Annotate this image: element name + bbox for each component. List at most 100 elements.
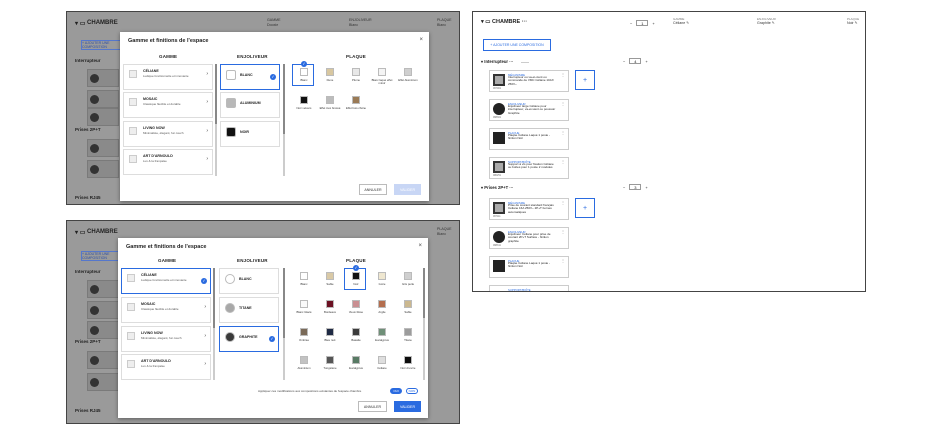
finishes-modal-1: Gamme et finitions de l'espace × GAMME E… [120, 32, 429, 201]
composition-card[interactable]: SUPPORT/BOÎTE [489, 285, 569, 291]
bg-card [87, 351, 119, 369]
plaque-item[interactable]: Titane [396, 324, 418, 346]
apply-non-toggle[interactable]: NON [406, 388, 418, 394]
bg-card [87, 301, 119, 319]
bg-plaque-label: PLAQUE [437, 227, 452, 231]
gamme-item-mosaic[interactable]: MOSAIC Classique flexible et durable › [123, 92, 213, 118]
plaque-item[interactable]: Sable [318, 268, 340, 290]
composition-card[interactable]: ENJOLIVEUR Enjoliveur large Céliane pour … [489, 99, 569, 121]
enjoliveur-thumbnail [493, 103, 505, 115]
composition-card[interactable]: MÉCANISME Interrupteur ou va-et-vient ou … [489, 70, 569, 92]
plaque-item[interactable]: Tungstène [318, 352, 340, 374]
gamme-item-living-now[interactable]: LIVING NOW Minimaliste, élégant, fun touc… [123, 121, 213, 147]
gamme-item-mosaic[interactable]: MOSAIC Classique flexible et durable › [121, 297, 211, 323]
gamme-item-art-darnould[interactable]: ART D'ARNOULD Lux & la française › [123, 149, 213, 175]
add-composition-tile[interactable]: + [575, 70, 595, 90]
plaque-item[interactable]: Blanc [292, 268, 314, 290]
plaque-item[interactable]: Blanc ✓ [292, 61, 314, 86]
more-icon[interactable]: ··· [522, 19, 528, 25]
bg-card [87, 280, 119, 298]
close-icon[interactable]: × [418, 243, 422, 249]
composition-card[interactable]: ENJOLIVEUR Enjoliveur Céliane pour prise … [489, 227, 569, 249]
collapse-icon[interactable]: ▾ [481, 19, 484, 25]
col-gamme-header: GAMME [159, 54, 178, 59]
plaque-item[interactable]: Ivoire [370, 268, 392, 290]
close-icon[interactable]: × [419, 37, 423, 43]
enjoliveur-meta[interactable]: ENJOLIVEUR Graphite ✎ [757, 17, 776, 25]
gamme-meta[interactable]: GAMME Céliane ✎ [673, 17, 689, 25]
composition-card[interactable]: PLAQUE Plaque Céliane Laqué 1 poste - fin… [489, 128, 569, 150]
cancel-button[interactable]: ANNULER [358, 401, 387, 412]
plaque-item[interactable]: Eucalyptus [344, 352, 366, 374]
plaque-item[interactable]: Noir velours [292, 92, 314, 114]
enjoliveur-item-blanc[interactable]: BLANC [219, 268, 279, 294]
add-composition-button[interactable]: + AJOUTER UNE COMPOSITION [483, 39, 551, 51]
plaque-item[interactable]: Basalte [344, 324, 366, 346]
composition-card[interactable]: PLAQUE Plaque Céliane Laqué 1 poste - fin… [489, 256, 569, 278]
cancel-button[interactable]: ANNULER [359, 184, 387, 195]
minus-icon: − [623, 184, 626, 190]
plaque-item[interactable]: Dune [318, 64, 340, 86]
bg-card [87, 69, 119, 87]
bg-section-rj45: Prises RJ45 [75, 195, 101, 200]
gamme-item-celiane[interactable]: CÉLIANE Ludique fonctionnelle et innovant… [123, 64, 213, 90]
plaque-item[interactable]: Eucalyptus [370, 324, 392, 346]
gamme-item-art-darnould[interactable]: ART D'ARNOULD Lux & la française › [121, 354, 211, 380]
enjoliveur-scrollbar[interactable] [283, 64, 285, 176]
plaque-item[interactable]: Effet bois chêne [344, 92, 366, 114]
plaque-item[interactable]: Ombrée [292, 324, 314, 346]
plaque-item[interactable]: Blanc laqué effet miroir [370, 64, 392, 86]
collapse-icon: ▾ [481, 185, 484, 190]
plaque-item[interactable]: Bordeaux [318, 296, 340, 318]
gamme-scrollbar[interactable] [213, 268, 215, 380]
add-composition-tile[interactable]: + [575, 198, 595, 218]
enjoliveur-item-aluminium[interactable]: ALUMINIUM [220, 92, 280, 118]
minus-icon: − [630, 20, 633, 26]
composition-card[interactable]: MÉCANISME Prise de courant standard franç… [489, 198, 569, 220]
col-enjoliveur-header: ENJOLIVEUR [237, 258, 268, 263]
enjoliveur-item-graphite[interactable]: GRAPHITE ✓ [219, 326, 279, 352]
plaque-meta[interactable]: PLAQUE Noir ✎ [847, 17, 859, 25]
interrupteur-quantity-stepper[interactable]: −4 + [623, 58, 648, 64]
plaque-item[interactable]: Noir d'encre [396, 352, 418, 374]
bg-card [87, 108, 119, 126]
col-gamme-header: GAMME [158, 258, 177, 263]
gamme-item-living-now[interactable]: LIVING NOW Minimaliste, élégant, fun touc… [121, 326, 211, 352]
collapse-icon[interactable]: ▾ [75, 229, 78, 236]
plaque-item[interactable]: Vieux Rose [344, 296, 366, 318]
composition-card[interactable]: SUPPORT/BOÎTE Support à vis pour fixation… [489, 157, 569, 179]
room-quantity-stepper[interactable]: −1 + [630, 20, 655, 26]
bg-card [87, 139, 119, 157]
plaque-item[interactable]: Plume [344, 64, 366, 86]
bg-card [87, 160, 119, 178]
plaque-item[interactable]: Argile [370, 296, 392, 318]
plaque-item[interactable]: Aluminium [292, 352, 314, 374]
enjoliveur-scrollbar[interactable] [283, 268, 285, 380]
plaque-item[interactable]: Sable [396, 296, 418, 318]
collapse-icon[interactable]: ▾ [75, 20, 78, 27]
modal-title: Gamme et finitions de l'espace [126, 244, 207, 250]
bg-enjoliveur-value: Blanc [349, 23, 358, 27]
plaque-item[interactable]: Blanc Glacé [292, 296, 314, 318]
validate-button[interactable]: VALIDER [394, 184, 421, 195]
plaque-item[interactable]: Noir ✓ [344, 265, 366, 290]
gamme-item-celiane[interactable]: CÉLIANE Ludique fonctionnelle et innovant… [121, 268, 211, 294]
validate-button[interactable]: VALIDER [394, 401, 421, 412]
enjoliveur-item-noir[interactable]: NOIR [220, 121, 280, 147]
apply-oui-toggle[interactable]: OUI [390, 388, 402, 394]
more-icon: ⋮ [561, 101, 565, 106]
prises-quantity-stepper[interactable]: −3 + [623, 184, 648, 190]
plaque-scrollbar[interactable] [423, 268, 425, 380]
plus-icon: + [582, 204, 588, 212]
plaque-item[interactable]: Effet inox brossé [318, 92, 340, 114]
plaque-item[interactable]: Effet Aluminium [396, 64, 418, 86]
plaque-item[interactable]: Gris perle [396, 268, 418, 290]
chevron-right-icon: › [206, 71, 208, 77]
enjoliveur-item-titane[interactable]: TITANE [219, 297, 279, 323]
modal-title: Gamme et finitions de l'espace [128, 38, 209, 44]
plaque-item[interactable]: Bleu nuit [318, 324, 340, 346]
plaque-thumbnail [493, 132, 505, 144]
plaque-item[interactable]: Céliane [370, 352, 392, 374]
enjoliveur-item-blanc[interactable]: BLANC ✓ [220, 64, 280, 90]
gamme-scrollbar[interactable] [215, 64, 217, 176]
